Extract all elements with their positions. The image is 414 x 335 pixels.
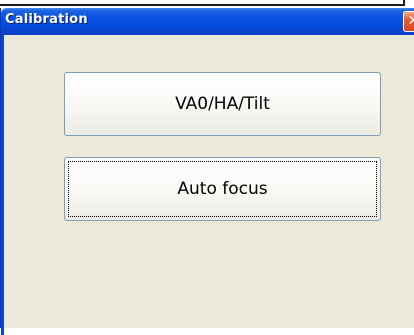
auto-focus-button[interactable]: Auto focus (64, 157, 381, 221)
auto-focus-button-label: Auto focus (177, 179, 268, 199)
window-title: Calibration (5, 12, 88, 27)
title-bar[interactable]: Calibration ✕ (1, 8, 414, 35)
va0-ha-tilt-button-label: VA0/HA/Tilt (175, 94, 270, 114)
va0-ha-tilt-button[interactable]: VA0/HA/Tilt (64, 72, 381, 136)
background-window-edge (0, 0, 405, 6)
window-frame-left (1, 35, 4, 335)
close-icon: ✕ (407, 13, 414, 29)
close-button[interactable]: ✕ (403, 11, 414, 32)
calibration-window: Calibration ✕ VA0/HA/Tilt Auto focus (0, 8, 414, 335)
